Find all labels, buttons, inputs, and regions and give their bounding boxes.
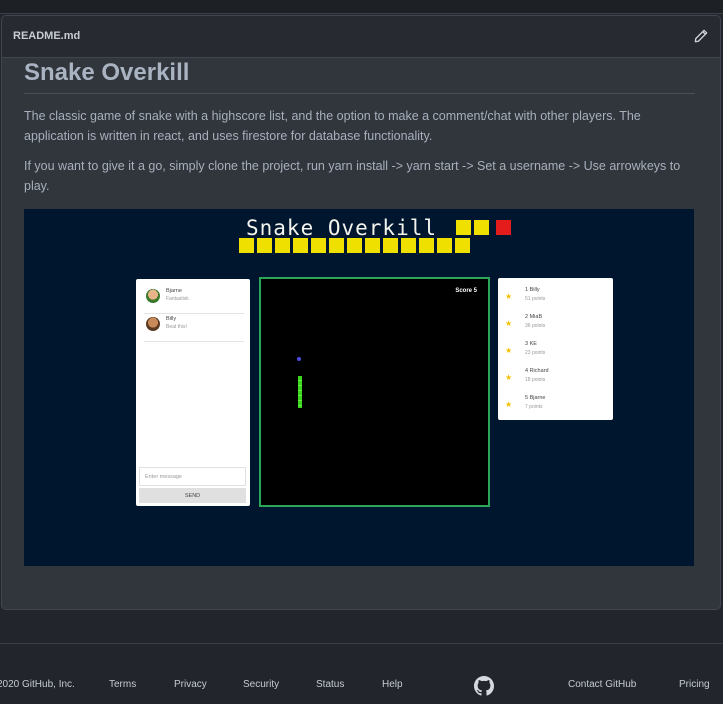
highscore-row: ★ 5 Bjarne 7 points [498,391,613,418]
avatar [146,289,160,303]
star-icon: ★ [505,292,513,301]
star-icon: ★ [505,319,513,328]
highscore-name: 1 Billy [525,287,540,293]
highscore-name: 4 Richard [525,368,549,374]
star-icon: ★ [505,346,513,355]
chat-message: Billy Beat this! [144,314,244,342]
highscore-points: 51 points [525,296,546,302]
snake-segment [347,238,362,253]
readme-header: README.md [2,16,720,58]
chat-message-input[interactable]: Enter message [139,467,246,486]
snake-segment [275,238,290,253]
snake-segment [239,238,254,253]
pencil-icon[interactable] [694,29,708,43]
highscore-points: 23 points [525,350,546,356]
snake-body [298,376,302,408]
food-block [496,220,511,235]
footer-link-contact[interactable]: Contact GitHub [568,679,636,690]
readme-paragraph-description: The classic game of snake with a highsco… [24,109,641,143]
highscore-row: ★ 2 MiaB 36 points [498,310,613,337]
page-footer: 2020 GitHub, Inc. Terms Privacy Security… [0,643,723,704]
footer-link-security[interactable]: Security [243,679,279,690]
highscore-name: 3 KE [525,341,537,347]
highscore-row: ★ 3 KE 23 points [498,337,613,364]
footer-link-status[interactable]: Status [316,679,344,690]
readme-title: Snake Overkill [24,57,695,94]
chat-panel: Bjarne Fantastisk Billy Beat this! Enter… [136,279,250,506]
chat-message-text: Fantastisk [166,296,189,302]
top-strip [0,0,723,14]
highscore-name: 5 Bjarne [525,395,546,401]
highscore-row: ★ 4 Richard 18 points [498,364,613,391]
highscore-points: 7 points [525,404,543,410]
snake-segment [311,238,326,253]
snake-segment [257,238,272,253]
food-dot [297,357,301,361]
chat-message-name: Billy [166,316,177,322]
highscore-panel: ★ 1 Billy 51 points ★ 2 MiaB 36 points ★… [498,278,613,420]
snake-segment [401,238,416,253]
highscore-points: 18 points [525,377,546,383]
footer-link-terms[interactable]: Terms [109,679,136,690]
snake-segment [437,238,452,253]
footer-link-help[interactable]: Help [382,679,403,690]
footer-link-privacy[interactable]: Privacy [174,679,207,690]
snake-segment [329,238,344,253]
score-label: Score 5 [455,288,477,294]
footer-link-pricing[interactable]: Pricing [679,679,710,690]
snake-segment [293,238,308,253]
snake-segment [419,238,434,253]
highscore-points: 36 points [525,323,546,329]
game-title: Snake Overkill [246,216,438,240]
highscore-row: ★ 1 Billy 51 points [498,283,613,310]
readme-paragraph-instructions: If you want to give it a go, simply clon… [24,159,681,193]
markdown-body: Snake Overkill The classic game of snake… [24,57,695,196]
readme-filename: README.md [13,30,81,42]
footer-copyright: 2020 GitHub, Inc. [0,679,75,690]
github-icon[interactable] [474,676,494,696]
snake-segment [474,220,489,235]
chat-message: Bjarne Fantastisk [144,286,244,314]
star-icon: ★ [505,400,513,409]
snake-segment [455,238,470,253]
snake-segment [456,220,471,235]
game-board: Score 5 [259,277,490,507]
avatar [146,317,160,331]
chat-message-text: Beat this! [166,324,187,330]
snake-segment [365,238,380,253]
chat-message-name: Bjarne [166,288,182,294]
game-screenshot: Snake Overkill Bjarne Fantastisk Billy B… [24,209,694,566]
star-icon: ★ [505,373,513,382]
snake-segment [383,238,398,253]
chat-send-button[interactable]: SEND [139,488,246,503]
highscore-name: 2 MiaB [525,314,543,320]
